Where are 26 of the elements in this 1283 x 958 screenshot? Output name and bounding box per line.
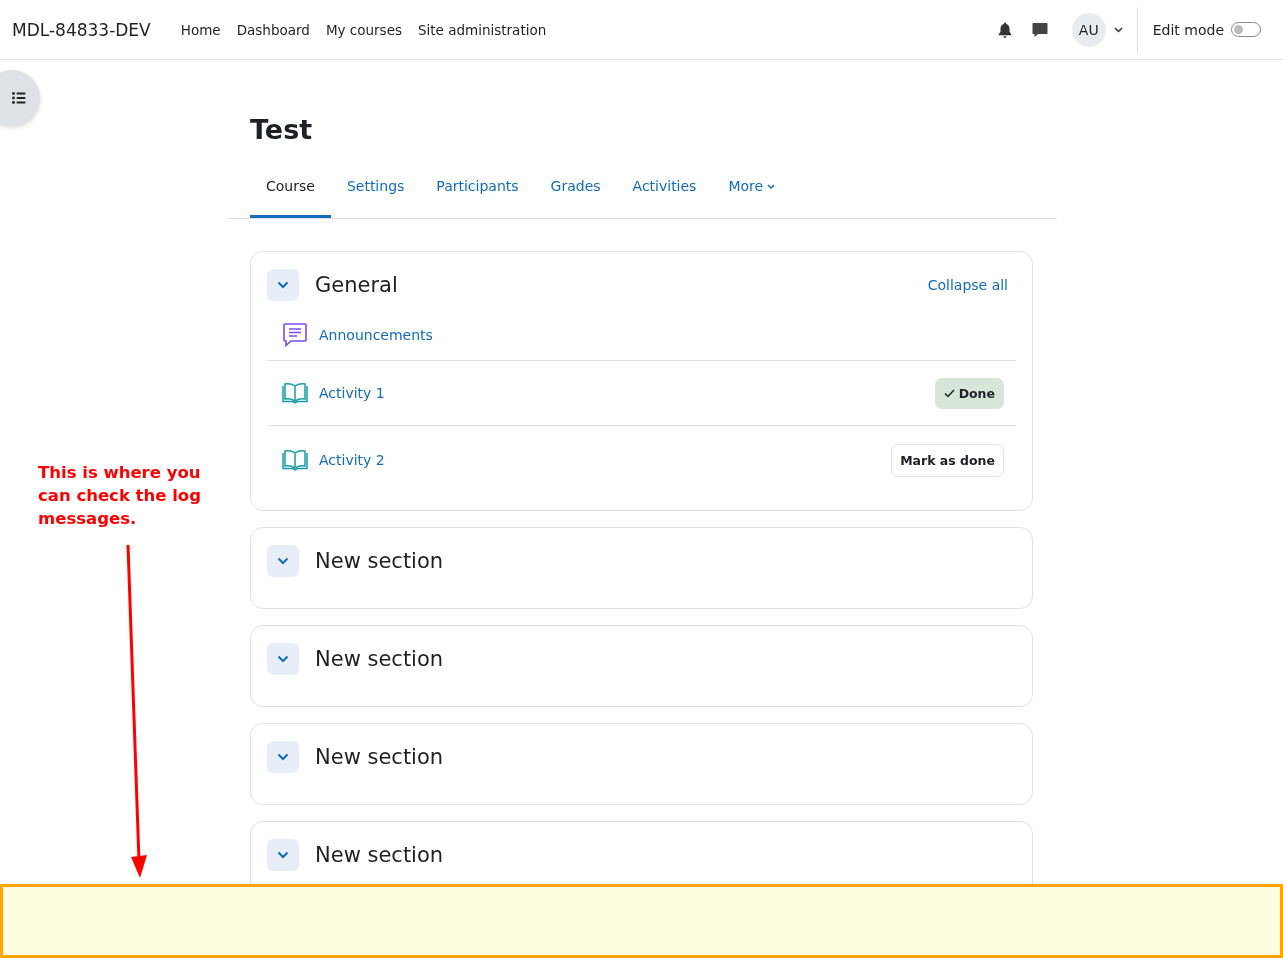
- course-title: Test: [250, 113, 314, 147]
- activity-link[interactable]: Activity 1: [319, 385, 385, 401]
- course-tab[interactable]: Grades: [534, 169, 617, 218]
- completion-done-badge[interactable]: Done: [934, 377, 1004, 409]
- annotation-text: This is where you can check the log messages.: [38, 462, 202, 530]
- nav-link[interactable]: Site administration: [409, 21, 555, 38]
- course-tab[interactable]: More: [712, 169, 792, 218]
- edit-mode-label: Edit mode: [1152, 21, 1224, 38]
- course-tab[interactable]: Course: [250, 169, 331, 218]
- collapse-all-link[interactable]: Collapse all: [927, 277, 1008, 293]
- course-tab[interactable]: Settings: [330, 169, 421, 218]
- section-title: General: [315, 273, 398, 297]
- section-title: New section: [315, 549, 444, 573]
- course-tab[interactable]: Activities: [616, 169, 713, 218]
- section-title: New section: [315, 843, 444, 867]
- course-tab[interactable]: Participants: [420, 169, 535, 218]
- activity-link[interactable]: Activity 2: [319, 452, 385, 468]
- mark-as-done-button[interactable]: Mark as done: [891, 443, 1004, 477]
- user-avatar[interactable]: AU: [1071, 12, 1106, 47]
- section-title: New section: [315, 647, 444, 671]
- section-title: New section: [315, 745, 444, 769]
- nav-link[interactable]: Home: [172, 21, 229, 38]
- nav-link[interactable]: Dashboard: [228, 21, 318, 38]
- activity-link[interactable]: Announcements: [319, 327, 433, 343]
- nav-link[interactable]: My courses: [317, 21, 410, 38]
- site-name[interactable]: MDL-84833-DEV: [12, 19, 151, 40]
